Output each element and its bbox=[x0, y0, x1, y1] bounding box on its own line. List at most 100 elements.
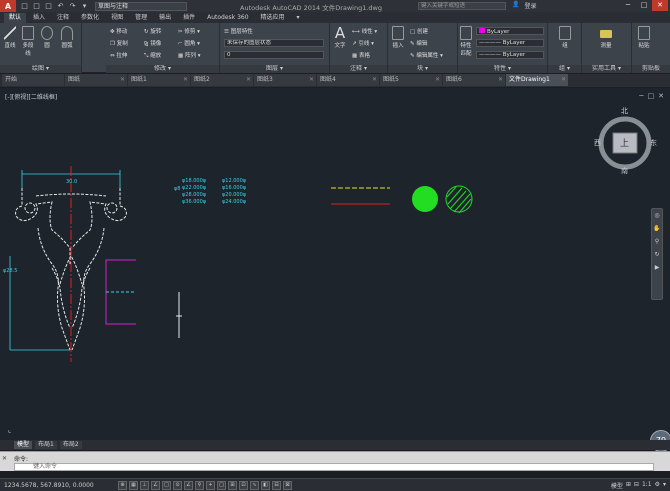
close-icon[interactable]: ✕ bbox=[309, 74, 314, 86]
snap-toggle[interactable]: □ bbox=[162, 481, 171, 490]
open-icon[interactable]: □ bbox=[32, 2, 41, 10]
polar-toggle[interactable]: ∠ bbox=[151, 481, 160, 490]
panel-block-label[interactable]: 块 ▾ bbox=[388, 65, 457, 73]
orbit-icon[interactable]: ↻ bbox=[652, 251, 662, 261]
application-menu-button[interactable]: A bbox=[0, 0, 16, 12]
doctab[interactable]: 图纸1 ✕ bbox=[128, 74, 190, 86]
save-icon[interactable]: □ bbox=[44, 2, 53, 10]
showmotion-icon[interactable]: ▶ bbox=[652, 264, 662, 274]
viewcube[interactable]: 上 北 南 西 东 bbox=[594, 106, 658, 178]
workspace-gear-icon[interactable]: ⚙ bbox=[655, 481, 660, 490]
ortho-toggle[interactable]: ⊥ bbox=[140, 481, 149, 490]
stretch-tool[interactable]: ⇔ 拉伸 bbox=[110, 51, 127, 59]
tab-home[interactable]: 默认 bbox=[4, 12, 27, 23]
ducs-toggle[interactable]: + bbox=[206, 481, 215, 490]
transparency-toggle[interactable]: ⊡ bbox=[239, 481, 248, 490]
close-button[interactable]: ✕ bbox=[652, 0, 668, 11]
zoom-icon[interactable]: ⚲ bbox=[652, 238, 662, 248]
new-icon[interactable]: □ bbox=[20, 2, 29, 10]
trim-tool[interactable]: ✂ 修剪 ▾ bbox=[178, 27, 200, 35]
insert-block-tool[interactable]: 插入 bbox=[390, 26, 406, 49]
maximize-button[interactable]: □ bbox=[636, 0, 652, 11]
annotation-monitor-toggle[interactable]: ⊟ bbox=[272, 481, 281, 490]
close-icon[interactable]: ✕ bbox=[498, 74, 503, 86]
units-toggle[interactable]: ⊠ bbox=[283, 481, 292, 490]
tab-insert[interactable]: 插入 bbox=[28, 13, 50, 23]
linetype-combo[interactable]: ———— ByLayer bbox=[476, 39, 544, 47]
status-menu-icon[interactable]: ▾ bbox=[663, 481, 666, 490]
close-icon[interactable]: ✕ bbox=[561, 74, 566, 86]
close-icon[interactable]: ✕ bbox=[120, 74, 125, 86]
tab-output[interactable]: 输出 bbox=[154, 13, 176, 23]
viewcube-east[interactable]: 东 bbox=[650, 138, 657, 148]
model-space-button[interactable]: 模型 bbox=[611, 481, 623, 490]
mirror-tool[interactable]: ⧎ 镜像 bbox=[144, 39, 161, 47]
layout-tab-1[interactable]: 布局1 bbox=[35, 441, 57, 449]
panel-annotation-label[interactable]: 注释 ▾ bbox=[330, 65, 387, 73]
circle-tool[interactable]: 圆 bbox=[40, 26, 54, 49]
leader-tool[interactable]: ↗ 引线 ▾ bbox=[352, 39, 374, 47]
edit-block-tool[interactable]: ✎ 编辑 bbox=[410, 39, 427, 47]
workspace-select[interactable]: 草图与注释 bbox=[95, 1, 187, 11]
line-tool[interactable]: 直线 bbox=[3, 26, 17, 49]
table-tool[interactable]: ▦ 表格 bbox=[352, 51, 370, 59]
close-icon[interactable]: ✕ bbox=[435, 74, 440, 86]
otrack-toggle[interactable]: ⚲ bbox=[195, 481, 204, 490]
panel-utilities-label[interactable]: 实用工具 ▾ bbox=[582, 65, 631, 73]
edit-attribute-tool[interactable]: ✎ 编辑属性 ▾ bbox=[410, 51, 443, 59]
panel-clipboard-label[interactable]: 剪贴板 bbox=[632, 65, 670, 73]
arc-tool[interactable]: 圆弧 bbox=[60, 26, 74, 49]
polyline-tool[interactable]: 多段线 bbox=[21, 26, 35, 57]
group-tool[interactable]: 组 bbox=[557, 26, 573, 49]
doctab[interactable]: 图纸4 ✕ bbox=[317, 74, 379, 86]
doctab[interactable]: 图纸3 ✕ bbox=[254, 74, 316, 86]
fillet-tool[interactable]: ⌐ 圆角 ▾ bbox=[178, 39, 200, 47]
rotate-tool[interactable]: ↻ 旋转 bbox=[144, 27, 161, 35]
quick-view-drawings-icon[interactable]: ⊟ bbox=[634, 481, 639, 490]
panel-groups-label[interactable]: 组 ▾ bbox=[548, 65, 581, 73]
pan-icon[interactable]: ✋ bbox=[652, 225, 662, 235]
text-tool[interactable]: A 文字 bbox=[332, 26, 348, 50]
viewcube-west[interactable]: 西 bbox=[594, 138, 601, 148]
panel-properties-label[interactable]: 特性 ▾ bbox=[458, 65, 547, 73]
panel-draw-label[interactable]: 绘图 ▾ bbox=[0, 65, 81, 73]
infer-constraints-toggle[interactable]: ⊕ bbox=[118, 481, 127, 490]
layer-combo[interactable]: 0 bbox=[224, 51, 324, 59]
close-icon[interactable]: ✕ bbox=[246, 74, 251, 86]
doctab-start[interactable]: 开始 bbox=[2, 74, 64, 86]
quick-view-layouts-icon[interactable]: ⊞ bbox=[626, 481, 631, 490]
paste-tool[interactable]: 粘贴 bbox=[636, 26, 652, 49]
create-block-tool[interactable]: □ 创建 bbox=[410, 27, 428, 35]
panel-layers-label[interactable]: 图层 ▾ bbox=[220, 65, 329, 73]
annotation-scale[interactable]: 1:1 bbox=[642, 481, 652, 490]
tab-autodesk360[interactable]: Autodesk 360 bbox=[202, 13, 253, 23]
lineweight-combo[interactable]: ———— ByLayer bbox=[476, 51, 544, 59]
viewcube-south[interactable]: 南 bbox=[621, 166, 628, 176]
panel-modify-label[interactable]: 修改 ▾ bbox=[106, 65, 219, 73]
close-icon[interactable]: ✕ bbox=[372, 74, 377, 86]
sign-in-link[interactable]: 登录 bbox=[524, 1, 536, 10]
color-combo[interactable]: ByLayer bbox=[476, 27, 544, 35]
array-tool[interactable]: ▦ 阵列 ▾ bbox=[178, 51, 200, 59]
drawing-canvas[interactable]: [-][俯视][二维线框] ─ □ ✕ 30.0 φ28.5 φ8 φ18.00… bbox=[0, 88, 670, 440]
move-tool[interactable]: ✥ 移动 bbox=[110, 27, 127, 35]
layout-tab-model[interactable]: 模型 bbox=[14, 441, 33, 449]
viewcube-north[interactable]: 北 bbox=[621, 106, 628, 116]
dyn-toggle[interactable]: □ bbox=[217, 481, 226, 490]
layer-state-combo[interactable]: 未保存的图层状态 bbox=[224, 39, 324, 47]
qat-dropdown-icon[interactable]: ▾ bbox=[80, 2, 89, 10]
measure-tool[interactable]: 测量 bbox=[596, 26, 616, 49]
tab-featured-apps[interactable]: 精选应用 bbox=[256, 13, 290, 23]
copy-tool[interactable]: ❐ 复制 bbox=[110, 39, 128, 47]
minimize-button[interactable]: ─ bbox=[620, 0, 636, 11]
close-icon[interactable]: ✕ bbox=[183, 74, 188, 86]
full-navigation-wheel-icon[interactable]: ◎ bbox=[652, 212, 662, 222]
layout-tab-2[interactable]: 布局2 bbox=[59, 441, 82, 449]
layer-properties-tool[interactable]: ☰ 图层特性 bbox=[224, 27, 253, 35]
osnap-toggle[interactable]: ⊙ bbox=[173, 481, 182, 490]
search-input[interactable]: 键入关键字或短语 bbox=[418, 2, 506, 10]
doctab[interactable]: 图纸5 ✕ bbox=[380, 74, 442, 86]
command-input[interactable]: 键入命令 bbox=[14, 463, 654, 471]
tab-plugins[interactable]: 插件 bbox=[178, 13, 200, 23]
tab-manage[interactable]: 管理 bbox=[130, 13, 152, 23]
